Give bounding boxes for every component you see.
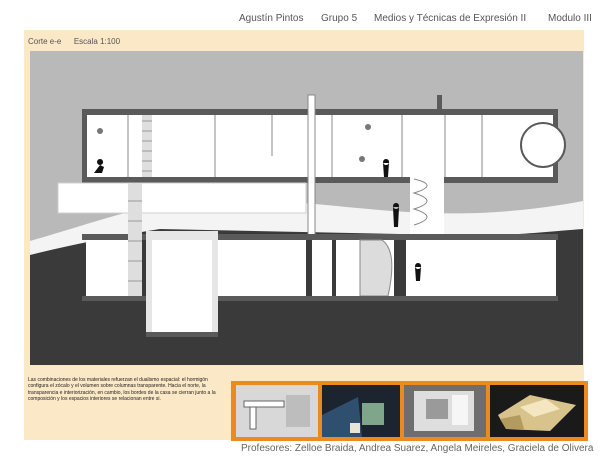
upper-left-wall bbox=[82, 109, 87, 183]
header-bar: Agustín Pintos Grupo 5 Medios y Técnicas… bbox=[0, 0, 600, 30]
spiral-stair bbox=[410, 171, 444, 237]
lower-room bbox=[214, 240, 306, 296]
curved-wall bbox=[359, 239, 393, 297]
section-drawing bbox=[30, 51, 583, 365]
project-description: Las combinaciones de los materiales refu… bbox=[28, 377, 216, 402]
mid-volume bbox=[57, 182, 307, 214]
model-interior-photo bbox=[404, 385, 486, 437]
stair-upper bbox=[142, 115, 152, 177]
module-label: Modulo III bbox=[548, 13, 592, 24]
roof-slab bbox=[82, 109, 558, 115]
central-column bbox=[307, 94, 316, 236]
stair-lower bbox=[128, 183, 142, 296]
section-caption: Corte e-e Escala 1:100 bbox=[28, 37, 120, 46]
thumbnail-strip bbox=[231, 381, 588, 441]
group-label: Grupo 5 bbox=[321, 13, 358, 24]
lower-room bbox=[312, 240, 332, 296]
basement-floor bbox=[146, 332, 218, 337]
upper-floor-slab bbox=[82, 177, 558, 183]
round-window bbox=[520, 122, 566, 168]
plan-model-photo bbox=[236, 385, 318, 437]
lamp-mark bbox=[97, 128, 103, 134]
section-label: Corte e-e bbox=[28, 37, 62, 46]
model-exterior-photo bbox=[490, 385, 584, 437]
scale-label: Escala 1:100 bbox=[73, 37, 121, 46]
course-title: Medios y Técnicas de Expresión II bbox=[374, 13, 527, 24]
standing-person-figure bbox=[393, 203, 400, 227]
lower-room bbox=[406, 240, 556, 296]
chimney bbox=[437, 95, 442, 109]
standing-person-figure bbox=[383, 159, 390, 177]
lamp-mark bbox=[365, 124, 371, 130]
author-name: Agustín Pintos bbox=[239, 13, 304, 24]
standing-person-figure bbox=[415, 263, 422, 281]
interior-night-photo bbox=[322, 385, 400, 437]
lamp-mark bbox=[359, 156, 365, 162]
professors-credit: Profesores: Zelloe Braida, Andrea Suarez… bbox=[241, 443, 594, 454]
basement-room bbox=[152, 240, 212, 332]
upper-volume bbox=[82, 109, 558, 183]
